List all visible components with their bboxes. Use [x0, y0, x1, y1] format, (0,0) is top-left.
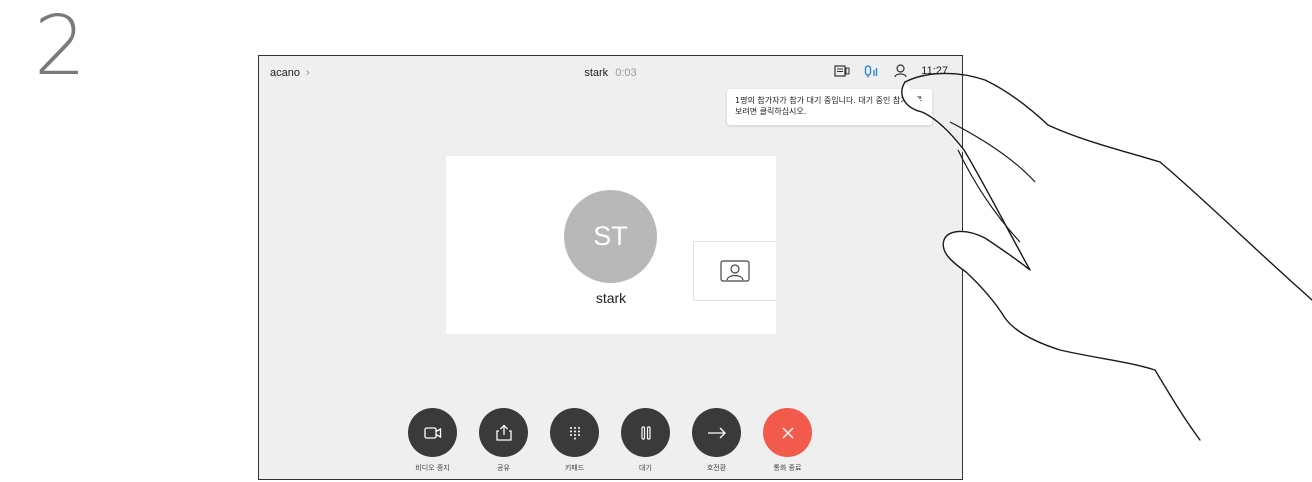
- pointing-hand-illustration: [901, 72, 1312, 441]
